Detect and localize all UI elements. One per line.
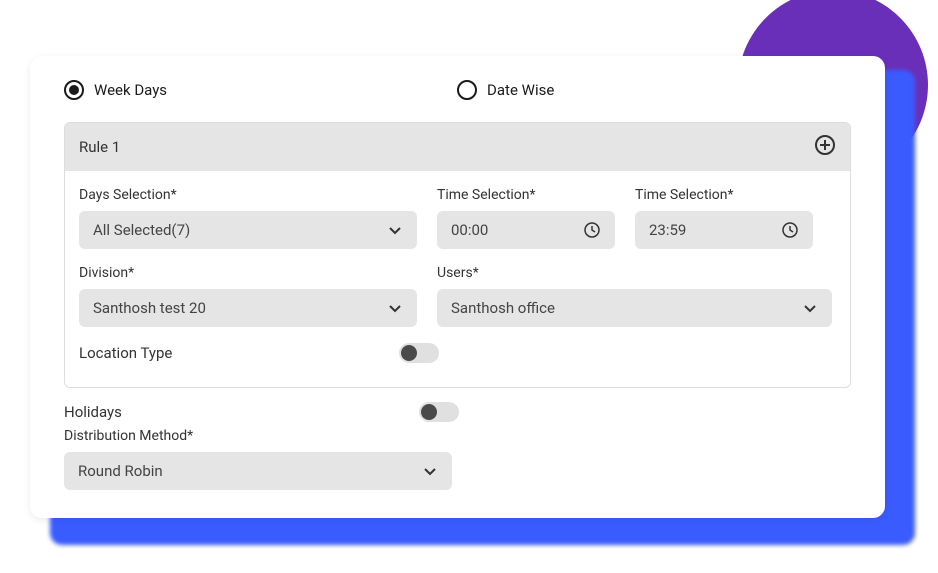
radio-icon bbox=[64, 80, 84, 100]
days-selection-value: All Selected(7) bbox=[93, 221, 190, 239]
location-type-toggle[interactable] bbox=[399, 343, 439, 363]
location-type-row: Location Type bbox=[79, 343, 439, 363]
weekdays-radio-option[interactable]: Week Days bbox=[64, 80, 167, 100]
schedule-mode-radio-group: Week Days Date Wise bbox=[64, 80, 851, 100]
users-dropdown[interactable]: Santhosh office bbox=[437, 289, 832, 327]
rule-container: Rule 1 Days Selection* All Selected(7) bbox=[64, 122, 851, 388]
distribution-label: Distribution Method* bbox=[64, 428, 851, 444]
clock-icon bbox=[583, 221, 601, 239]
time-end-label: Time Selection* bbox=[635, 187, 813, 203]
radio-icon bbox=[457, 80, 477, 100]
location-type-label: Location Type bbox=[79, 344, 172, 362]
time-end-value: 23:59 bbox=[649, 221, 686, 239]
weekdays-radio-label: Week Days bbox=[94, 81, 167, 99]
form-card: Week Days Date Wise Rule 1 Days Selectio… bbox=[30, 56, 885, 518]
toggle-knob bbox=[421, 404, 437, 420]
time-start-value: 00:00 bbox=[451, 221, 488, 239]
rule-title: Rule 1 bbox=[79, 138, 120, 156]
datewise-radio-label: Date Wise bbox=[487, 81, 554, 99]
holidays-row: Holidays bbox=[64, 402, 459, 422]
time-start-input[interactable]: 00:00 bbox=[437, 211, 615, 249]
time-start-label: Time Selection* bbox=[437, 187, 615, 203]
holidays-toggle[interactable] bbox=[419, 402, 459, 422]
chevron-down-icon bbox=[802, 300, 818, 316]
distribution-value: Round Robin bbox=[78, 462, 163, 480]
add-rule-button[interactable] bbox=[814, 134, 836, 160]
plus-circle-icon bbox=[814, 134, 836, 156]
datewise-radio-option[interactable]: Date Wise bbox=[457, 80, 554, 100]
division-label: Division* bbox=[79, 265, 417, 281]
division-value: Santhosh test 20 bbox=[93, 299, 206, 317]
division-dropdown[interactable]: Santhosh test 20 bbox=[79, 289, 417, 327]
toggle-knob bbox=[401, 345, 417, 361]
distribution-field: Distribution Method* Round Robin bbox=[64, 428, 851, 490]
chevron-down-icon bbox=[422, 463, 438, 479]
chevron-down-icon bbox=[387, 222, 403, 238]
days-selection-field: Days Selection* All Selected(7) bbox=[79, 187, 417, 249]
distribution-dropdown[interactable]: Round Robin bbox=[64, 452, 452, 490]
users-label: Users* bbox=[437, 265, 832, 281]
holidays-label: Holidays bbox=[64, 403, 122, 421]
time-start-field: Time Selection* 00:00 bbox=[437, 187, 615, 249]
rule-header: Rule 1 bbox=[65, 123, 850, 171]
chevron-down-icon bbox=[387, 300, 403, 316]
days-selection-dropdown[interactable]: All Selected(7) bbox=[79, 211, 417, 249]
clock-icon bbox=[781, 221, 799, 239]
users-value: Santhosh office bbox=[451, 299, 555, 317]
days-selection-label: Days Selection* bbox=[79, 187, 417, 203]
division-field: Division* Santhosh test 20 bbox=[79, 265, 417, 327]
users-field: Users* Santhosh office bbox=[437, 265, 832, 327]
time-end-input[interactable]: 23:59 bbox=[635, 211, 813, 249]
rule-body: Days Selection* All Selected(7) Time Sel… bbox=[65, 171, 850, 387]
time-end-field: Time Selection* 23:59 bbox=[635, 187, 813, 249]
